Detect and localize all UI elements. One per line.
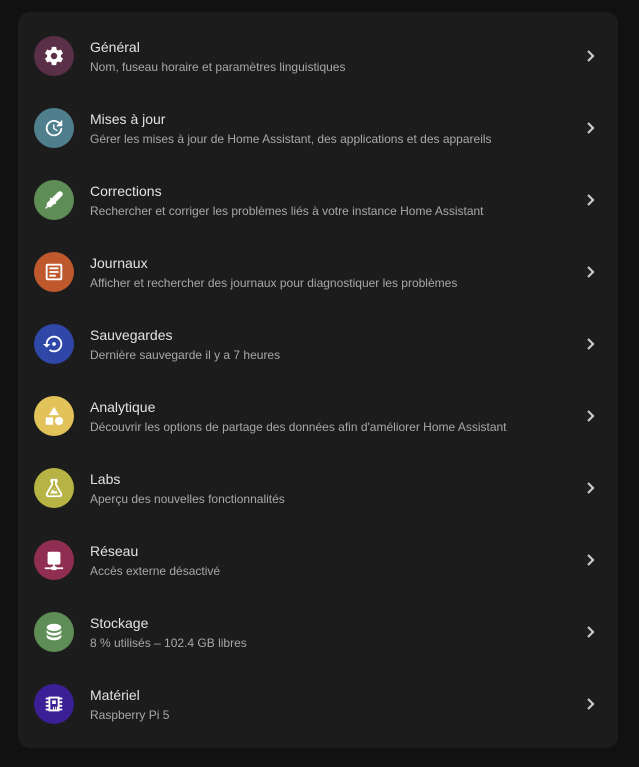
menu-item-title: Mises à jour — [90, 111, 166, 127]
labs-icon-circle — [34, 468, 74, 508]
menu-item-title: Analytique — [90, 399, 156, 415]
chip-icon — [45, 696, 63, 712]
settings-card: Général Nom, fuseau horaire et paramètre… — [18, 12, 618, 748]
menu-item-subtitle: Nom, fuseau horaire et paramètres lingui… — [90, 60, 346, 74]
wrench-icon — [45, 191, 63, 209]
chevron-right-icon — [584, 478, 598, 498]
menu-item-subtitle: Accès externe désactivé — [90, 564, 221, 578]
menu-item-title: Corrections — [90, 183, 162, 199]
analytics-icon-circle — [34, 396, 74, 436]
document-icon — [45, 263, 63, 281]
chevron-right-icon — [584, 190, 598, 210]
menu-item-subtitle: Rechercher et corriger les problèmes lié… — [90, 204, 484, 218]
general-icon-circle — [34, 36, 74, 76]
menu-item-subtitle: Aperçu des nouvelles fonctionnalités — [90, 492, 285, 506]
shapes-icon — [45, 406, 64, 426]
menu-item-labs[interactable]: Labs Aperçu des nouvelles fonctionnalité… — [18, 464, 618, 536]
chevron-right-icon — [584, 334, 598, 354]
repairs-icon-circle — [34, 180, 74, 220]
menu-item-storage[interactable]: Stockage 8 % utilisés – 102.4 GB libres — [18, 608, 618, 680]
menu-item-title: Matériel — [90, 687, 140, 703]
menu-item-subtitle: Découvrir les options de partage des don… — [90, 420, 507, 434]
chevron-right-icon — [584, 694, 598, 714]
menu-item-updates[interactable]: Mises à jour Gérer les mises à jour de H… — [18, 104, 618, 176]
logs-icon-circle — [34, 252, 74, 292]
menu-item-backups[interactable]: Sauvegardes Dernière sauvegarde il y a 7… — [18, 320, 618, 392]
menu-item-repairs[interactable]: Corrections Rechercher et corriger les p… — [18, 176, 618, 248]
menu-item-hardware[interactable]: Matériel Raspberry Pi 5 — [18, 680, 618, 752]
update-clock-icon — [45, 119, 63, 137]
menu-item-subtitle: Afficher et rechercher des journaux pour… — [90, 276, 458, 290]
menu-item-general[interactable]: Général Nom, fuseau horaire et paramètre… — [18, 32, 618, 104]
menu-item-logs[interactable]: Journaux Afficher et rechercher des jour… — [18, 248, 618, 320]
chevron-right-icon — [584, 550, 598, 570]
chevron-right-icon — [584, 262, 598, 282]
backups-icon-circle — [34, 324, 74, 364]
network-icon-circle — [34, 540, 74, 580]
hardware-icon-circle — [34, 684, 74, 724]
menu-item-title: Labs — [90, 471, 121, 487]
menu-item-subtitle: Raspberry Pi 5 — [90, 708, 170, 722]
menu-item-subtitle: 8 % utilisés – 102.4 GB libres — [90, 636, 247, 650]
updates-icon-circle — [34, 108, 74, 148]
menu-item-title: Réseau — [90, 543, 139, 559]
chevron-right-icon — [584, 118, 598, 138]
gear-icon — [45, 46, 63, 66]
menu-item-title: Stockage — [90, 615, 149, 631]
menu-item-subtitle: Dernière sauvegarde il y a 7 heures — [90, 348, 281, 362]
menu-item-title: Général — [90, 39, 140, 55]
chevron-right-icon — [584, 622, 598, 642]
menu-item-analytics[interactable]: Analytique Découvrir les options de part… — [18, 392, 618, 464]
network-icon — [44, 551, 64, 571]
backup-restore-icon — [43, 335, 63, 353]
flask-icon — [45, 478, 63, 498]
chevron-right-icon — [584, 406, 598, 426]
menu-item-title: Journaux — [90, 255, 148, 271]
storage-icon-circle — [34, 612, 74, 652]
menu-item-network[interactable]: Réseau Accès externe désactivé — [18, 536, 618, 608]
menu-item-subtitle: Gérer les mises à jour de Home Assistant… — [90, 132, 492, 146]
menu-item-title: Sauvegardes — [90, 327, 173, 343]
chevron-right-icon — [584, 46, 598, 66]
database-icon — [46, 623, 62, 641]
